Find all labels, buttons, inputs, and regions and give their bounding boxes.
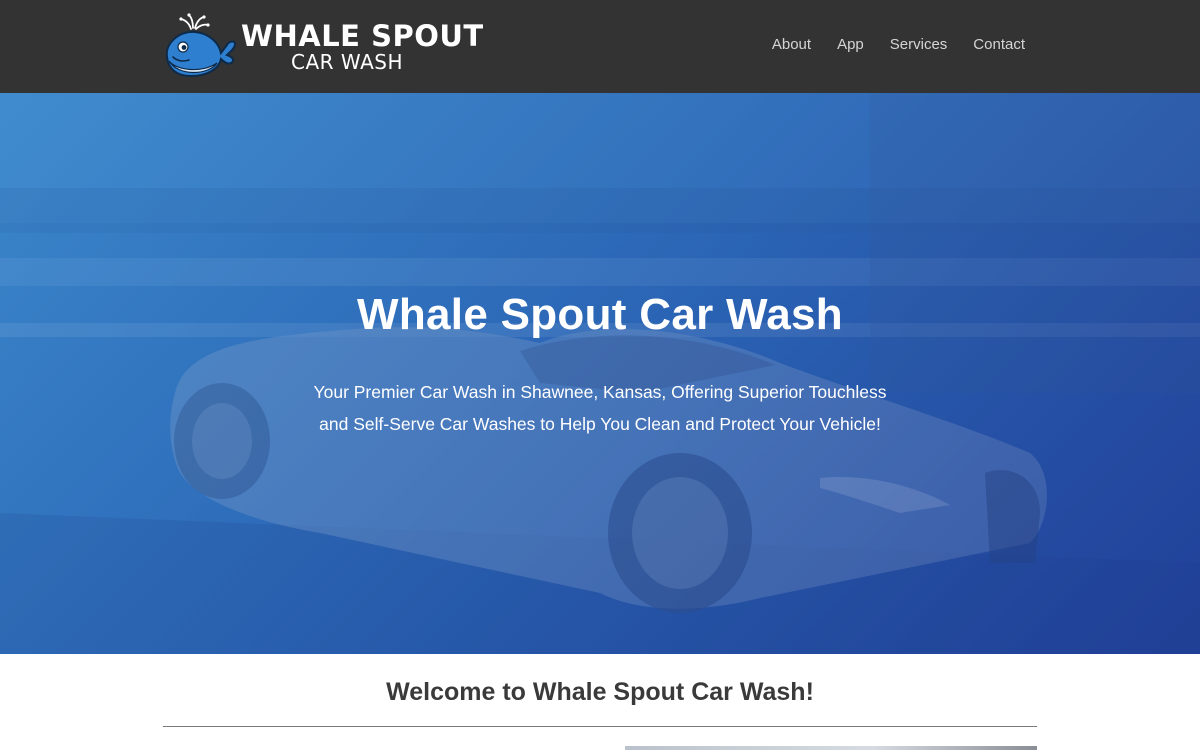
nav-link-services[interactable]: Services	[890, 36, 948, 53]
hero-overlay	[0, 93, 1200, 654]
welcome-heading: Welcome to Whale Spout Car Wash!	[386, 678, 814, 706]
whale-logo-icon	[165, 13, 237, 78]
welcome-image	[625, 746, 1037, 750]
hero-section: Whale Spout Car Wash Your Premier Car Wa…	[0, 93, 1200, 654]
nav-link-contact[interactable]: Contact	[973, 36, 1025, 53]
hero-tagline-line-1: Your Premier Car Wash in Shawnee, Kansas…	[313, 382, 887, 402]
main-nav: About App Services Contact	[772, 36, 1025, 53]
section-divider	[163, 726, 1037, 727]
nav-link-app[interactable]: App	[837, 36, 864, 53]
hero-tagline-line-2: and Self-Serve Car Washes to Help You Cl…	[319, 414, 881, 434]
hero-title: Whale Spout Car Wash	[357, 290, 843, 339]
hero-tagline: Your Premier Car Wash in Shawnee, Kansas…	[310, 376, 890, 440]
nav-link-about[interactable]: About	[772, 36, 811, 53]
site-logo-link[interactable]: WHALE SPOUT CAR WASH	[163, 13, 483, 79]
site-header: WHALE SPOUT CAR WASH About App Services …	[0, 0, 1200, 93]
logo-subtitle: CAR WASH	[291, 50, 403, 74]
logo-title: WHALE SPOUT	[241, 19, 484, 53]
welcome-section: Welcome to Whale Spout Car Wash!	[0, 654, 1200, 750]
